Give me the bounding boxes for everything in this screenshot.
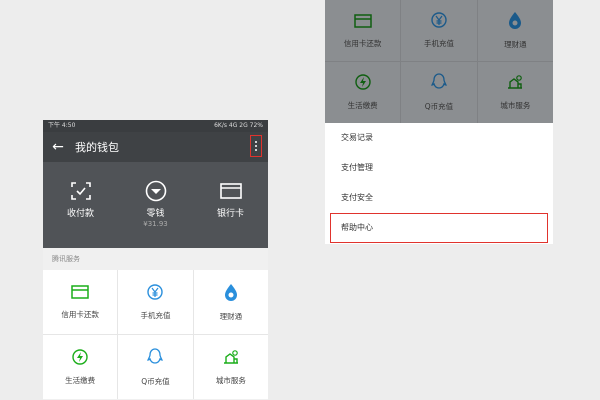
service-utility[interactable]: 生活缴费 bbox=[43, 335, 118, 399]
wallet-item-payment[interactable]: 收付款 bbox=[46, 180, 116, 219]
menu-item-transactions[interactable]: 交易记录 bbox=[325, 123, 553, 153]
overflow-menu: 交易记录 支付管理 支付安全 帮助中心 bbox=[325, 123, 553, 243]
services-grid: 信用卡还款 手机充值 理财通 生活缴费 Q币充值 城市服务 bbox=[43, 270, 268, 399]
service-wealth[interactable]: 理财通 bbox=[193, 270, 268, 334]
service-label: 理财通 bbox=[504, 40, 527, 49]
credit-card-icon bbox=[353, 13, 372, 32]
menu-item-payment-security[interactable]: 支付安全 bbox=[325, 183, 553, 213]
more-vertical-icon[interactable] bbox=[250, 135, 262, 157]
status-time: 下午 4:50 bbox=[48, 122, 76, 129]
service-label: 城市服务 bbox=[215, 375, 246, 385]
scan-pay-icon bbox=[46, 180, 116, 202]
service-qq-coin: Q币充值 bbox=[401, 62, 477, 123]
qq-coin-icon bbox=[430, 73, 448, 95]
credit-card-icon bbox=[71, 284, 89, 303]
service-qq-coin[interactable]: Q币充值 bbox=[118, 335, 193, 399]
wallet-item-bank-card[interactable]: 银行卡 bbox=[196, 180, 266, 219]
service-label: 手机充值 bbox=[140, 310, 171, 320]
back-arrow-icon[interactable]: ← bbox=[47, 139, 69, 155]
wallet-item-change[interactable]: 零钱 ¥31.93 bbox=[121, 180, 191, 228]
city-icon bbox=[506, 74, 524, 94]
wallet-label: 收付款 bbox=[66, 209, 94, 219]
bank-card-icon bbox=[196, 180, 266, 202]
app-bar: ← 我的钱包 bbox=[43, 132, 268, 162]
service-credit-card: 信用卡还款 bbox=[325, 0, 401, 61]
change-balance: ¥31.93 bbox=[143, 220, 168, 228]
service-label: Q币充值 bbox=[141, 376, 170, 386]
service-label: 城市服务 bbox=[500, 101, 531, 110]
service-wealth: 理财通 bbox=[477, 0, 553, 61]
service-city[interactable]: 城市服务 bbox=[193, 335, 268, 399]
coin-icon bbox=[121, 180, 191, 202]
dimmed-services-grid: 信用卡还款 手机充值 理财通 生活缴费 Q币充值 城市服务 bbox=[325, 0, 553, 123]
service-label: Q币充值 bbox=[424, 102, 454, 111]
status-indicators: 6K/s 4G 2G 72% bbox=[214, 122, 263, 129]
phone-recharge-icon bbox=[147, 283, 164, 304]
wealth-icon bbox=[223, 283, 239, 305]
utility-icon bbox=[354, 74, 371, 94]
wallet-panel: 收付款 零钱 ¥31.93 银行卡 bbox=[43, 162, 268, 248]
menu-item-help-center[interactable]: 帮助中心 bbox=[330, 213, 548, 243]
service-label: 生活缴费 bbox=[347, 101, 378, 110]
section-title: 腾讯服务 bbox=[43, 248, 268, 270]
wallet-screen: 下午 4:50 6K/s 4G 2G 72% ← 我的钱包 收付款 零钱 ¥31… bbox=[43, 120, 268, 400]
service-label: 手机充值 bbox=[423, 39, 454, 48]
service-label: 生活缴费 bbox=[65, 375, 96, 385]
phone-recharge-icon bbox=[431, 12, 447, 32]
wealth-icon bbox=[507, 11, 523, 33]
service-phone-recharge[interactable]: 手机充值 bbox=[118, 270, 193, 334]
service-label: 信用卡还款 bbox=[61, 310, 99, 319]
service-label: 信用卡还款 bbox=[343, 38, 382, 48]
qq-coin-icon bbox=[147, 347, 164, 370]
menu-item-payment-management[interactable]: 支付管理 bbox=[325, 153, 553, 183]
city-icon bbox=[222, 349, 240, 369]
page-title: 我的钱包 bbox=[75, 141, 119, 154]
service-credit-card[interactable]: 信用卡还款 bbox=[43, 270, 118, 334]
status-bar: 下午 4:50 6K/s 4G 2G 72% bbox=[43, 120, 268, 132]
wallet-menu-screen: 信用卡还款 手机充值 理财通 生活缴费 Q币充值 城市服务 交易记录 支付管理 … bbox=[325, 0, 553, 244]
service-label: 理财通 bbox=[219, 311, 243, 321]
service-utility: 生活缴费 bbox=[325, 62, 401, 123]
wallet-label: 零钱 bbox=[146, 209, 165, 219]
utility-icon bbox=[72, 348, 88, 369]
service-phone-recharge: 手机充值 bbox=[401, 0, 477, 61]
wallet-label: 银行卡 bbox=[216, 209, 244, 219]
service-city: 城市服务 bbox=[477, 62, 553, 123]
